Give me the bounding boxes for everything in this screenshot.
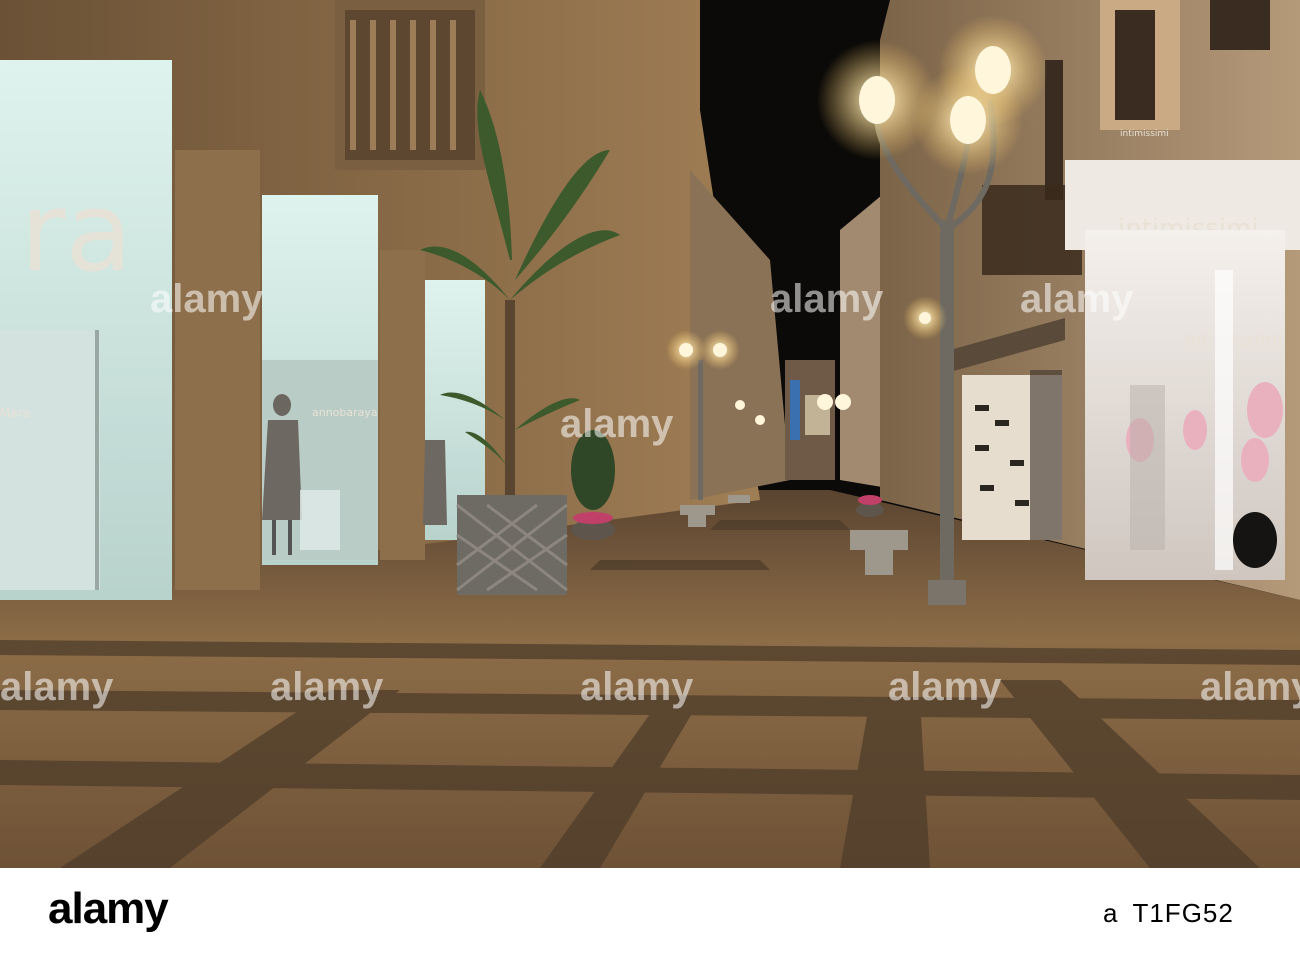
store-sign-ra: ra [20,168,133,296]
image-id: a T1FG52 [1103,898,1234,929]
footer-bar: alamy a T1FG52 [0,868,1300,956]
svg-text:alamy: alamy [770,277,884,321]
image-id-prefix: a [1103,898,1119,928]
alamy-logo: alamy [48,884,169,933]
svg-text:alamy: alamy [1200,665,1300,709]
svg-text:alamy: alamy [560,402,674,446]
store-sign-annobaraya: annobaraya [312,406,378,419]
store-sign-mara: Mara [0,406,30,420]
svg-text:alamy: alamy [150,277,264,321]
store-sign-intimissimi-small: intimissimi [1120,129,1169,139]
dog-statue [1233,512,1277,568]
window-sign-intimissimi: intimissimi [1185,330,1282,351]
svg-text:alamy: alamy [580,665,694,709]
svg-text:alamy: alamy [0,665,114,709]
svg-text:alamy: alamy [888,665,1002,709]
image-id-code: T1FG52 [1132,898,1234,928]
svg-text:alamy: alamy [1020,277,1134,321]
svg-text:alamy: alamy [270,665,384,709]
street-photo: ra Mara annobaraya intimissimi intimissi… [0,0,1300,868]
